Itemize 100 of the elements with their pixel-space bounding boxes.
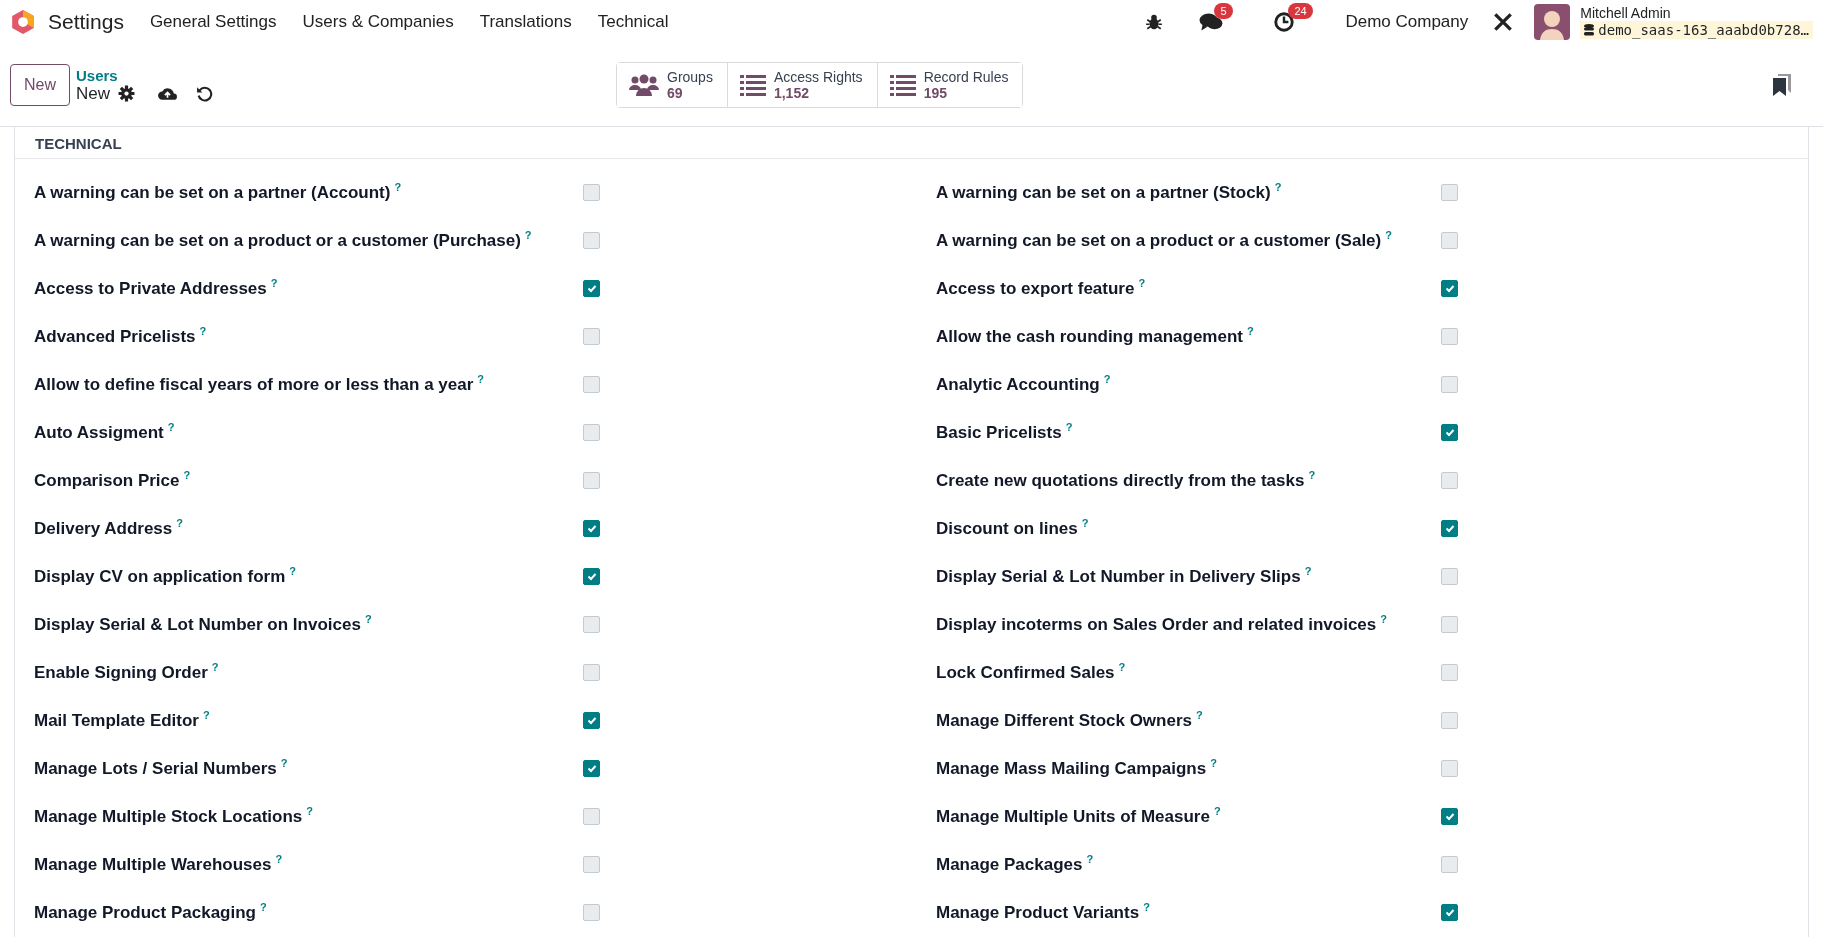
help-tooltip[interactable]: ? bbox=[1143, 901, 1150, 914]
user-name[interactable]: Mitchell Admin bbox=[1580, 5, 1813, 21]
clock-icon[interactable] bbox=[1273, 11, 1296, 33]
setting-label: Allow to define fiscal years of more or less than a year bbox=[34, 374, 474, 394]
checkbox[interactable] bbox=[583, 807, 600, 825]
help-tooltip[interactable]: ? bbox=[1118, 661, 1126, 674]
help-tooltip[interactable]: ? bbox=[306, 805, 313, 818]
setting-label: A warning can be set on a product or a customer (Sale) bbox=[936, 230, 1382, 250]
checkbox[interactable] bbox=[1441, 759, 1458, 777]
help-tooltip[interactable]: ? bbox=[1196, 709, 1203, 722]
checkbox[interactable] bbox=[1441, 519, 1458, 537]
checkbox[interactable] bbox=[583, 615, 600, 633]
checkbox[interactable] bbox=[1441, 807, 1458, 825]
checkbox[interactable] bbox=[1441, 567, 1458, 585]
help-tooltip[interactable]: ? bbox=[1081, 517, 1089, 530]
help-tooltip[interactable]: ? bbox=[176, 517, 183, 530]
menu-item[interactable]: General Settings bbox=[149, 12, 277, 32]
checkbox[interactable] bbox=[583, 327, 600, 345]
app-name[interactable]: Settings bbox=[48, 10, 124, 34]
checkbox[interactable] bbox=[583, 759, 600, 777]
new-button[interactable]: New bbox=[10, 64, 70, 106]
checkbox[interactable] bbox=[583, 903, 600, 921]
checkbox[interactable] bbox=[583, 231, 600, 249]
setting-label: Delivery Address bbox=[34, 518, 173, 538]
setting-label: Display Serial & Lot Number in Delivery Slips bbox=[936, 566, 1301, 586]
app-logo-icon[interactable] bbox=[10, 9, 36, 35]
undo-icon[interactable] bbox=[196, 85, 214, 102]
help-tooltip[interactable]: ? bbox=[1304, 565, 1312, 578]
help-tooltip[interactable]: ? bbox=[1210, 757, 1217, 770]
setting-label: Display CV on application form bbox=[34, 566, 286, 586]
checkbox[interactable] bbox=[583, 855, 600, 873]
checkbox[interactable] bbox=[583, 183, 600, 201]
menu-item[interactable]: Users & Companies bbox=[302, 12, 454, 32]
help-tooltip[interactable]: ? bbox=[183, 469, 191, 482]
setting-label: Allow the cash rounding management bbox=[936, 326, 1243, 346]
help-tooltip[interactable]: ? bbox=[477, 373, 485, 386]
help-tooltip[interactable]: ? bbox=[1308, 469, 1316, 482]
bookmark-icon[interactable] bbox=[1773, 74, 1791, 96]
checkbox[interactable] bbox=[583, 471, 600, 489]
checkbox[interactable] bbox=[1441, 615, 1458, 633]
setting-label: A warning can be set on a partner (Account) bbox=[34, 182, 391, 202]
help-tooltip[interactable]: ? bbox=[203, 709, 210, 722]
help-tooltip[interactable]: ? bbox=[1213, 805, 1221, 818]
user-avatar[interactable] bbox=[1534, 4, 1571, 40]
menu-item[interactable]: Translations bbox=[479, 12, 572, 32]
setting-label: Access to Private Addresses bbox=[34, 278, 267, 298]
help-tooltip[interactable]: ? bbox=[1138, 277, 1146, 290]
help-tooltip[interactable]: ? bbox=[364, 613, 372, 626]
help-tooltip[interactable]: ? bbox=[1274, 181, 1282, 194]
checkbox[interactable] bbox=[1441, 327, 1458, 345]
setting-label: Create new quotations directly from the tasks bbox=[936, 470, 1305, 490]
checkbox[interactable] bbox=[1441, 903, 1458, 921]
checkbox[interactable] bbox=[583, 423, 600, 441]
checkbox[interactable] bbox=[1441, 183, 1458, 201]
breadcrumb-link[interactable]: Users bbox=[76, 66, 214, 84]
checkbox[interactable] bbox=[1441, 663, 1458, 681]
company-switcher[interactable]: Demo Company bbox=[1345, 12, 1469, 32]
checkbox[interactable] bbox=[1441, 855, 1458, 873]
setting-label: Lock Confirmed Sales bbox=[936, 662, 1115, 682]
message-count-badge: 5 bbox=[1214, 3, 1233, 19]
checkbox[interactable] bbox=[1441, 711, 1458, 729]
checkbox[interactable] bbox=[1441, 375, 1458, 393]
checkbox[interactable] bbox=[583, 711, 600, 729]
stat-button[interactable]: Groups 69 bbox=[617, 63, 728, 107]
activity-count-badge: 24 bbox=[1288, 3, 1313, 19]
setting-label: A warning can be set on a partner (Stock) bbox=[936, 182, 1271, 202]
settings-icon[interactable] bbox=[118, 85, 136, 102]
checkbox[interactable] bbox=[583, 519, 600, 537]
help-tooltip[interactable]: ? bbox=[260, 901, 267, 914]
help-tooltip[interactable]: ? bbox=[1380, 613, 1387, 626]
checkbox[interactable] bbox=[583, 567, 600, 585]
list-icon bbox=[889, 74, 916, 96]
help-tooltip[interactable]: ? bbox=[289, 565, 296, 578]
help-tooltip[interactable]: ? bbox=[275, 853, 283, 866]
checkbox[interactable] bbox=[583, 279, 600, 297]
menu-item[interactable]: Technical bbox=[597, 12, 669, 32]
help-tooltip[interactable]: ? bbox=[1385, 229, 1392, 242]
help-tooltip[interactable]: ? bbox=[167, 421, 175, 434]
checkbox[interactable] bbox=[1441, 279, 1458, 297]
bug-icon[interactable] bbox=[1145, 13, 1164, 31]
checkbox[interactable] bbox=[1441, 423, 1458, 441]
checkbox[interactable] bbox=[583, 375, 600, 393]
help-tooltip[interactable]: ? bbox=[270, 277, 278, 290]
checkbox[interactable] bbox=[1441, 231, 1458, 249]
help-tooltip[interactable]: ? bbox=[1103, 373, 1111, 386]
help-tooltip[interactable]: ? bbox=[280, 757, 288, 770]
help-tooltip[interactable]: ? bbox=[394, 181, 402, 194]
help-tooltip[interactable]: ? bbox=[1065, 421, 1073, 434]
checkbox[interactable] bbox=[1441, 471, 1458, 489]
help-tooltip[interactable]: ? bbox=[1247, 325, 1254, 338]
checkbox[interactable] bbox=[583, 663, 600, 681]
help-tooltip[interactable]: ? bbox=[199, 325, 207, 338]
database-icon bbox=[1584, 24, 1595, 36]
users-icon bbox=[629, 73, 659, 97]
help-tooltip[interactable]: ? bbox=[211, 661, 219, 674]
cloud-upload-icon[interactable] bbox=[157, 86, 179, 101]
help-tooltip[interactable]: ? bbox=[1086, 853, 1094, 866]
help-tooltip[interactable]: ? bbox=[524, 229, 532, 242]
section-title: TECHNICAL bbox=[15, 127, 1808, 159]
setting-label: Discount on lines bbox=[936, 518, 1078, 538]
